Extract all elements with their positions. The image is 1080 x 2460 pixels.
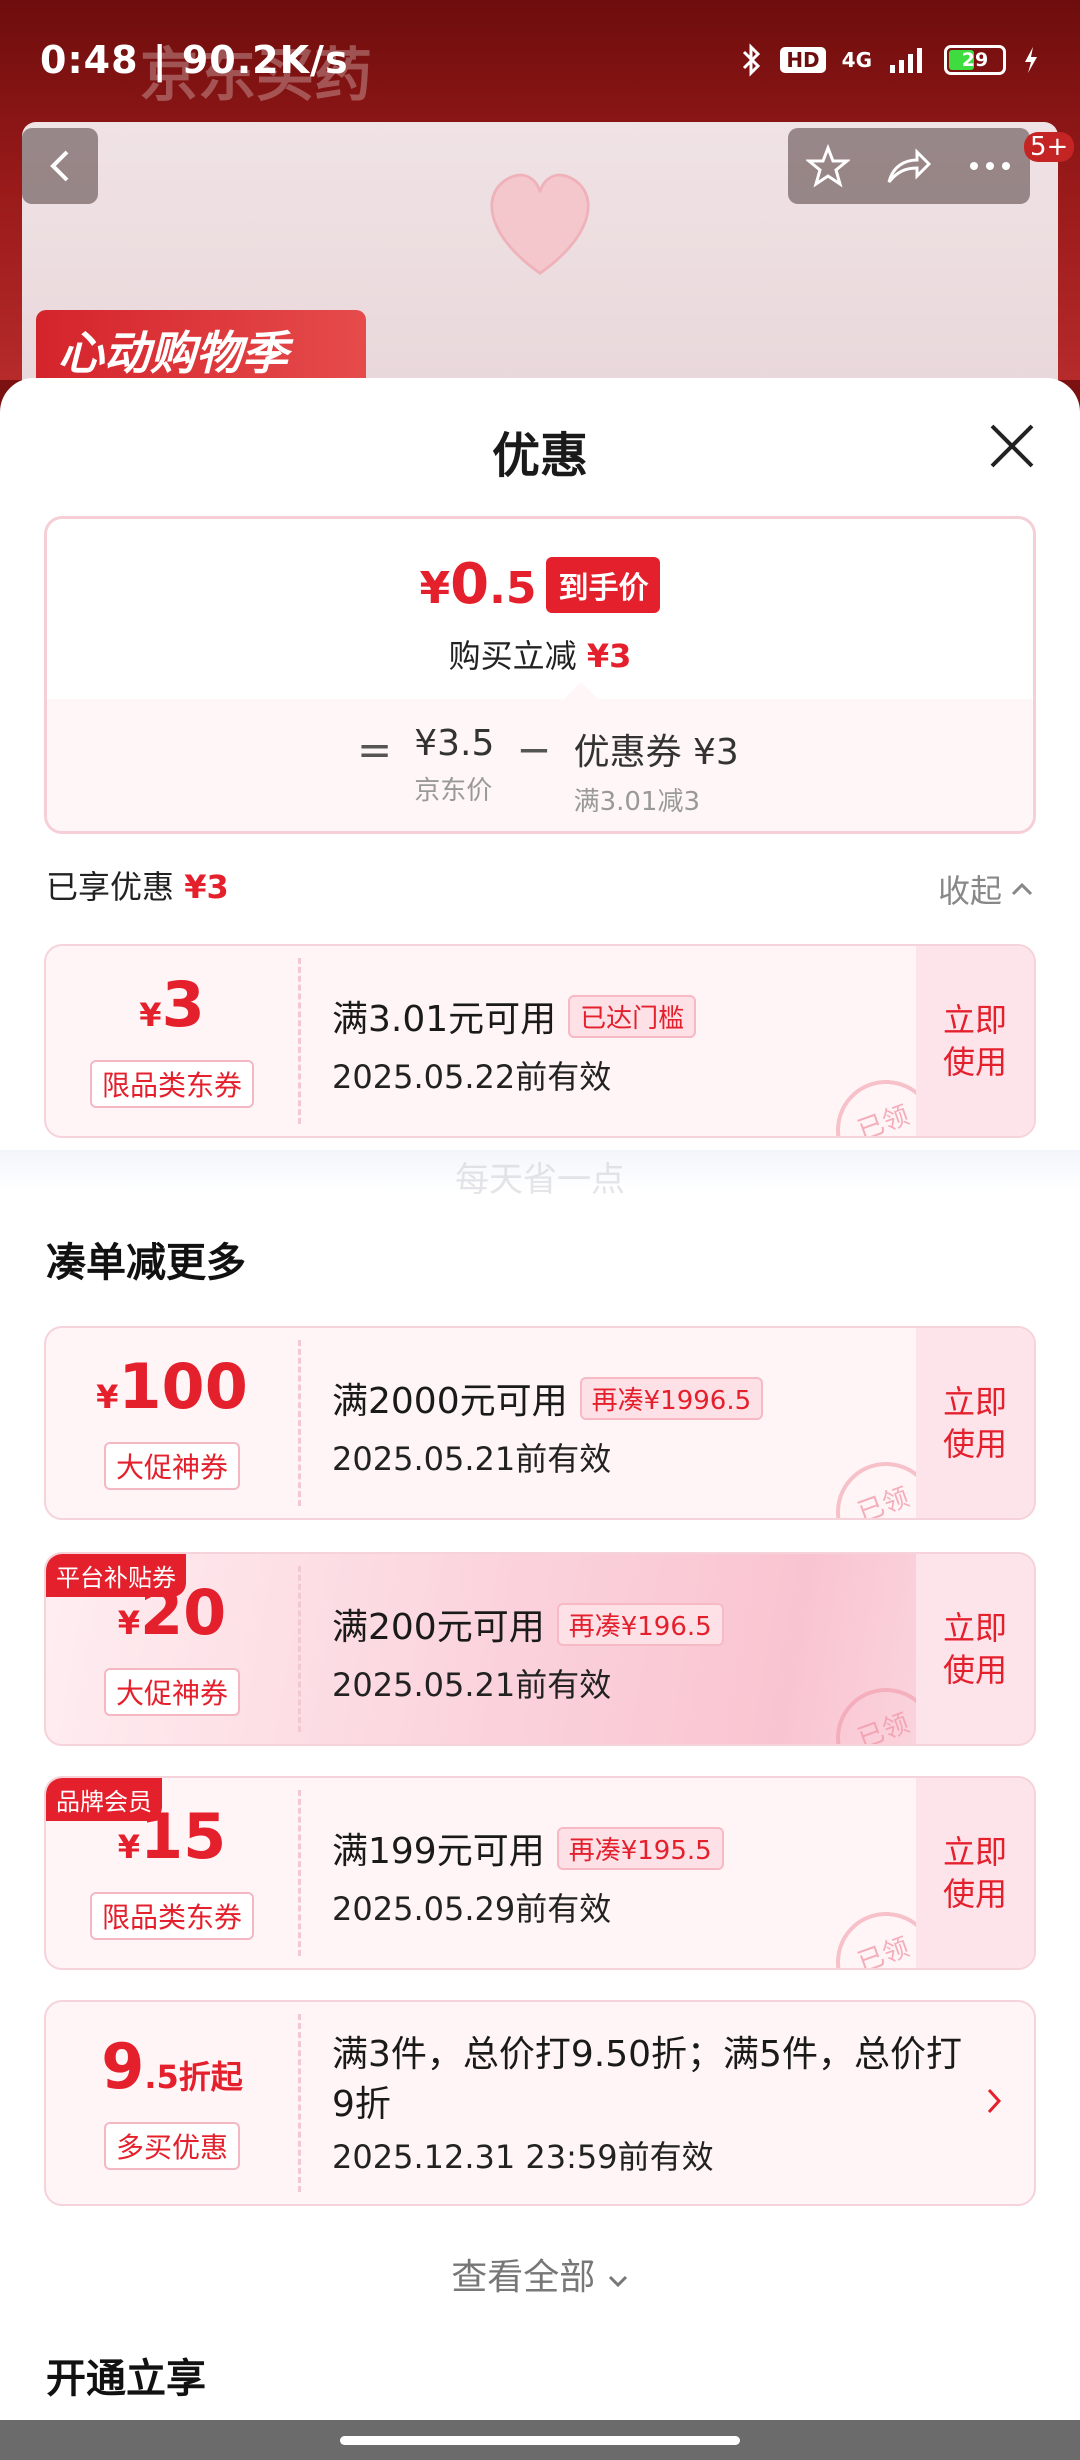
jd-price: ¥3.5 京东价	[414, 723, 495, 806]
use-now-button[interactable]: 立即使用	[916, 1778, 1034, 1968]
coupon-card: ¥100 大促神券 满2000元可用 再凑¥1996.5 2025.05.21前有…	[44, 1326, 1036, 1520]
enjoyed-discount: 已享优惠 ¥3	[46, 868, 229, 906]
charging-icon	[1025, 47, 1037, 73]
bluetooth-icon	[743, 43, 761, 77]
message-badge: 5+	[1024, 132, 1075, 162]
coupon-type: 限品类东券	[89, 1892, 254, 1940]
coupon-card: ¥3 限品类东券 满3.01元可用 已达门槛 2025.05.22前有效 已领 立…	[44, 944, 1036, 1138]
more-icon[interactable]	[968, 160, 1012, 172]
collapse-button[interactable]: 收起	[938, 866, 1034, 912]
use-now-button[interactable]: 立即使用	[916, 1328, 1034, 1518]
coupon-deduction: 优惠券 ¥3 满3.01减3	[573, 732, 739, 817]
discount-type: 多买优惠	[103, 2122, 240, 2170]
coupon-gap-tag: 再凑¥1996.5	[579, 1376, 764, 1420]
battery-icon: 29	[944, 45, 1006, 75]
watermark-text: 每天省一点	[455, 1160, 625, 1200]
coupon-validity: 2025.05.21前有效	[332, 1440, 612, 1478]
view-all-button[interactable]: 查看全部	[0, 2248, 1080, 2300]
equals-sign: =	[357, 725, 393, 774]
share-icon[interactable]	[885, 146, 933, 186]
discount-rate: 9.5折起	[101, 2030, 243, 2103]
chevron-right-icon	[987, 2088, 1002, 2114]
coupon-condition: 满3.01元可用	[332, 999, 557, 1040]
chevron-down-icon	[608, 2275, 627, 2288]
coupon-amount: ¥100	[96, 1350, 248, 1423]
network-label: 4G	[841, 48, 872, 72]
status-bar: 0:48 | 90.2K/s HD 4G 29	[0, 0, 1080, 120]
battery-level: 29	[961, 49, 989, 71]
use-now-button[interactable]: 立即使用	[916, 1554, 1034, 1744]
coupon-type: 大促神券	[103, 1668, 240, 1716]
coupon-card: ¥15 限品类东券 品牌会员 满199元可用 再凑¥195.5 2025.05.2…	[44, 1776, 1036, 1970]
discount-description: 满3件，总价打9.50折；满5件，总价打9折	[332, 2034, 962, 2125]
coupon-sheet: 优惠 ¥0.5 到手价 购买立减 ¥3 = ¥3.5 京东价 − 优惠券 ¥3 …	[0, 378, 1080, 2420]
final-price-tag: 到手价	[546, 557, 661, 613]
use-now-button[interactable]: 立即使用	[916, 946, 1034, 1136]
coupon-status-tag: 已达门槛	[568, 994, 697, 1038]
hd-badge: HD	[780, 47, 826, 73]
discount-validity: 2025.12.31 23:59前有效	[332, 2138, 714, 2176]
back-button[interactable]	[22, 128, 98, 204]
coupon-type: 限品类东券	[89, 1060, 254, 1108]
multi-buy-discount-card[interactable]: 9.5折起 多买优惠 满3件，总价打9.50折；满5件，总价打9折 2025.1…	[44, 2000, 1036, 2206]
coupon-card: ¥20 大促神券 平台补贴券 满200元可用 再凑¥196.5 2025.05.2…	[44, 1552, 1036, 1746]
coupon-type: 大促神券	[103, 1442, 240, 1490]
instant-reduce: 购买立减 ¥3	[448, 637, 632, 675]
coupon-amount: ¥3	[139, 968, 205, 1041]
coupon-validity: 2025.05.29前有效	[332, 1890, 612, 1928]
final-price-row: ¥0.5 到手价	[47, 557, 1033, 617]
sheet-title: 优惠	[491, 428, 588, 484]
section-title-more: 凑单减更多	[46, 1240, 246, 1286]
coupon-condition: 满199元可用	[332, 1831, 545, 1872]
minus-sign: −	[516, 725, 552, 774]
coupon-gap-tag: 再凑¥195.5	[556, 1826, 724, 1870]
home-indicator[interactable]	[340, 2436, 740, 2445]
final-price: ¥0.5	[419, 552, 537, 617]
section-title-open: 开通立享	[46, 2356, 206, 2402]
chevron-up-icon	[1011, 882, 1033, 896]
coupon-condition: 满200元可用	[332, 1607, 545, 1648]
top-actions	[788, 128, 1030, 204]
chevron-left-icon	[50, 150, 69, 182]
coupon-gap-tag: 再凑¥196.5	[556, 1602, 724, 1646]
status-icons: HD 4G 29	[740, 43, 1040, 77]
star-icon[interactable]	[805, 144, 850, 188]
coupon-condition: 满2000元可用	[332, 1381, 568, 1422]
coupon-validity: 2025.05.22前有效	[332, 1058, 612, 1096]
heart-decoration-icon	[490, 173, 590, 275]
coupon-validity: 2025.05.21前有效	[332, 1666, 612, 1704]
price-summary-card: ¥0.5 到手价 购买立减 ¥3 = ¥3.5 京东价 − 优惠券 ¥3 满3.…	[44, 516, 1036, 834]
coupon-corner-tag: 平台补贴券	[46, 1554, 186, 1597]
close-icon[interactable]	[984, 418, 1040, 474]
signal-icon	[890, 48, 922, 73]
price-breakdown: = ¥3.5 京东价 − 优惠券 ¥3 满3.01减3	[357, 723, 739, 818]
status-time-speed: 0:48 | 90.2K/s	[40, 38, 349, 82]
coupon-corner-tag: 品牌会员	[46, 1778, 162, 1821]
